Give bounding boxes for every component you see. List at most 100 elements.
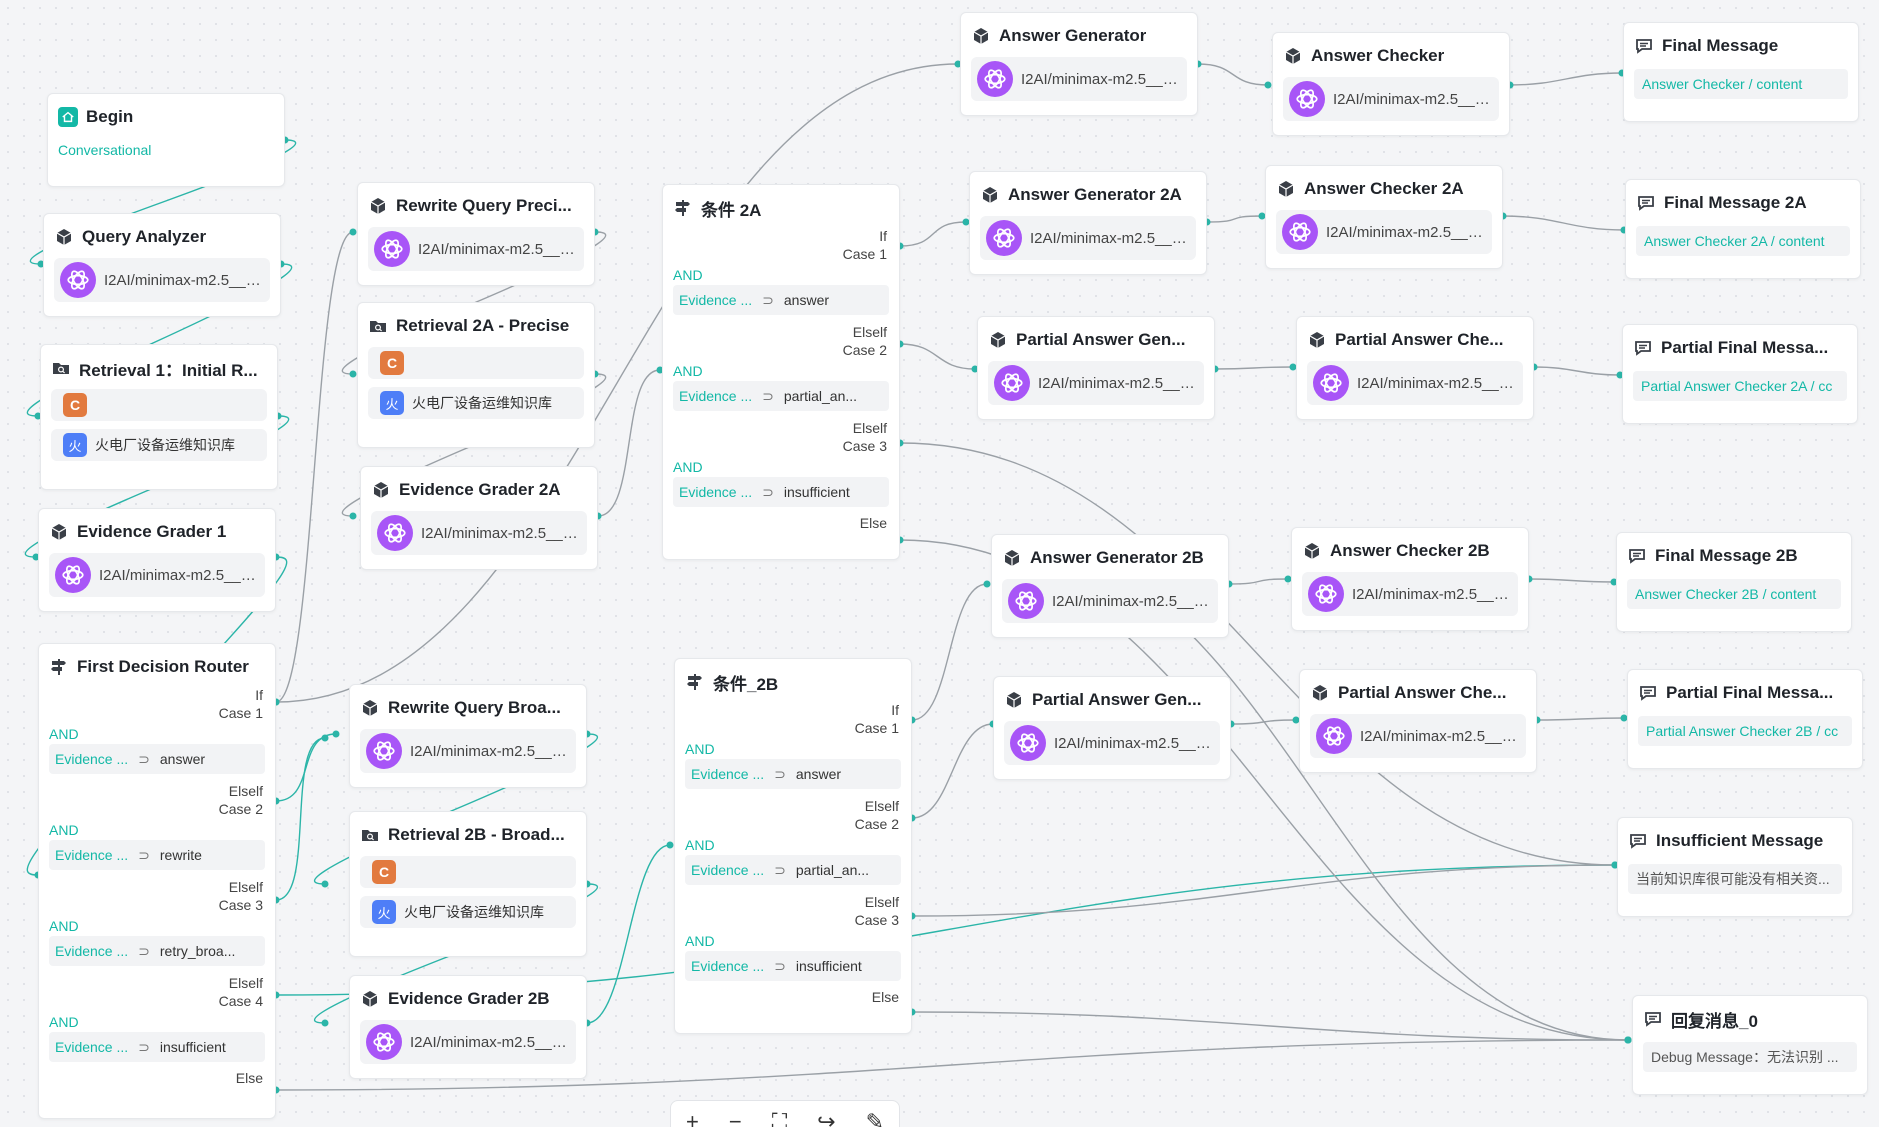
node-title: Answer Checker 2B (1330, 541, 1490, 560)
node-title: Final Message 2A (1664, 193, 1807, 212)
partial-answer-checker-b-node[interactable]: Partial Answer Che... I2AI/minimax-m2.5_… (1299, 669, 1537, 773)
case-if-label: Elself (228, 975, 263, 991)
answer-checker-node[interactable]: Answer Checker I2AI/minimax-m2.5___... (1272, 32, 1510, 136)
answer-generator-node[interactable]: Answer Generator I2AI/minimax-m2.5___... (960, 12, 1198, 116)
edge-handle (349, 512, 357, 520)
zoom-out-icon[interactable]: − (729, 1109, 742, 1127)
reply-message-0-node[interactable]: 回复消息_0 Debug Message：无法识别 ... (1632, 995, 1868, 1095)
begin-node[interactable]: Begin Conversational (47, 93, 285, 187)
message-icon (1634, 36, 1654, 56)
evidence-grader-2a-node[interactable]: Evidence Grader 2A I2AI/minimax-m2.5___.… (360, 466, 598, 570)
ai-model-icon (1313, 365, 1349, 401)
cube-icon (1302, 541, 1322, 561)
node-title: Final Message 2B (1655, 546, 1798, 565)
partial-answer-checker-a-node[interactable]: Partial Answer Che... I2AI/minimax-m2.5_… (1296, 316, 1534, 420)
condition-row[interactable]: Evidence ... ⊃ partial_an... (685, 855, 901, 885)
retrieval-2a-node[interactable]: Retrieval 2A - Precise C 火火电厂设备运维知识库 (357, 302, 595, 448)
contains-operator-icon: ⊃ (762, 387, 774, 404)
condition-row[interactable]: Evidence ... ⊃ retry_broa... (49, 936, 265, 966)
evidence-grader-2b-node[interactable]: Evidence Grader 2B I2AI/minimax-m2.5___.… (349, 975, 587, 1079)
condition-row[interactable]: Evidence ... ⊃ answer (49, 744, 265, 774)
edge (899, 343, 976, 370)
content-ref: Debug Message：无法识别 ... (1643, 1042, 1857, 1072)
condition-2b-node[interactable]: 条件_2B If Case 1 AND Evidence ... ⊃ answer Else… (674, 658, 912, 1034)
content-ref: 当前知识库很可能没有相关资... (1628, 864, 1842, 894)
message-icon (1638, 683, 1658, 703)
edge (899, 442, 1616, 866)
model-row: I2AI/minimax-m2.5___... (971, 57, 1187, 101)
and-operator[interactable]: AND (673, 363, 889, 379)
and-operator[interactable]: AND (685, 837, 901, 853)
contains-operator-icon: ⊃ (762, 483, 774, 500)
final-message-2b-node[interactable]: Final Message 2B Answer Checker 2B / con… (1616, 532, 1852, 632)
partial-answer-gen-b-node[interactable]: Partial Answer Gen... I2AI/minimax-m2.5_… (993, 676, 1231, 780)
case-list: If Case 1 AND Evidence ... ⊃ answer Elself Case… (49, 686, 265, 1062)
condition-2a-node[interactable]: 条件 2A If Case 1 AND Evidence ... ⊃ answer Else… (662, 184, 900, 560)
condition-row[interactable]: Evidence ... ⊃ insufficient (673, 477, 889, 507)
condition-variable: Evidence ... (679, 484, 753, 500)
case-block: Elself Case 2 AND Evidence ... ⊃ partial_an..… (673, 323, 889, 411)
retrieval-1-node[interactable]: Retrieval 1：Initial R... C 火火电厂设备运维知识库 (40, 344, 278, 490)
case-list: If Case 1 AND Evidence ... ⊃ answer Elself Case… (685, 701, 901, 981)
contains-operator-icon: ⊃ (138, 942, 150, 959)
first-decision-router-node[interactable]: First Decision Router If Case 1 AND Evidenc… (38, 643, 276, 1119)
evidence-grader-1-node[interactable]: Evidence Grader 1 I2AI/minimax-m2.5___..… (38, 508, 276, 612)
node-title: Retrieval 2B - Broad... (388, 825, 565, 844)
fire-logo-icon: 火 (372, 900, 396, 924)
ai-model-icon (1010, 725, 1046, 761)
ai-model-icon (1282, 214, 1318, 250)
ai-model-icon (994, 365, 1030, 401)
condition-row[interactable]: Evidence ... ⊃ partial_an... (673, 381, 889, 411)
message-icon (1643, 1009, 1663, 1029)
condition-row[interactable]: Evidence ... ⊃ answer (685, 759, 901, 789)
answer-generator-2b-node[interactable]: Answer Generator 2B I2AI/minimax-m2.5___… (991, 534, 1229, 638)
node-title: Evidence Grader 1 (77, 522, 227, 541)
and-operator[interactable]: AND (685, 933, 901, 949)
edge-handle (349, 370, 357, 378)
case-if-label: If (891, 702, 899, 718)
case-number-label: Case 2 (854, 816, 899, 832)
retrieval-2b-node[interactable]: Retrieval 2B - Broad... C 火火电厂设备运维知识库 (349, 811, 587, 957)
final-message-node[interactable]: Final Message Answer Checker / content (1623, 22, 1859, 122)
and-operator[interactable]: AND (673, 267, 889, 283)
answer-checker-2b-node[interactable]: Answer Checker 2B I2AI/minimax-m2.5___..… (1291, 527, 1529, 631)
ai-model-icon (1316, 718, 1352, 754)
condition-row[interactable]: Evidence ... ⊃ insufficient (49, 1032, 265, 1062)
model-row: I2AI/minimax-m2.5___... (1276, 210, 1492, 254)
and-operator[interactable]: AND (49, 918, 265, 934)
pen-icon[interactable]: ✎ (866, 1109, 884, 1127)
edge-handle (666, 841, 674, 849)
and-operator[interactable]: AND (673, 459, 889, 475)
answer-generator-2a-node[interactable]: Answer Generator 2A I2AI/minimax-m2.5___… (969, 171, 1207, 275)
answer-checker-2a-node[interactable]: Answer Checker 2A I2AI/minimax-m2.5___..… (1265, 165, 1503, 269)
fit-view-icon[interactable]: ⛶ (772, 1109, 787, 1127)
partial-final-message-b-node[interactable]: Partial Final Messa... Partial Answer Ch… (1627, 669, 1863, 769)
cube-icon (54, 227, 74, 247)
and-operator[interactable]: AND (685, 741, 901, 757)
condition-value: insufficient (795, 958, 862, 974)
condition-row[interactable]: Evidence ... ⊃ insufficient (685, 951, 901, 981)
partial-final-message-a-node[interactable]: Partial Final Messa... Partial Answer Ch… (1622, 324, 1858, 424)
and-operator[interactable]: AND (49, 1014, 265, 1030)
final-message-2a-node[interactable]: Final Message 2A Answer Checker 2A / con… (1625, 179, 1861, 279)
case-number-label: Case 4 (218, 993, 263, 1009)
rewrite-query-broad-node[interactable]: Rewrite Query Broa... I2AI/minimax-m2.5_… (349, 684, 587, 788)
and-operator[interactable]: AND (49, 822, 265, 838)
condition-row[interactable]: Evidence ... ⊃ rewrite (49, 840, 265, 870)
model-row: I2AI/minimax-m2.5___... (1002, 579, 1218, 623)
query-analyzer-node[interactable]: Query Analyzer I2AI/minimax-m2.5___... (43, 213, 281, 317)
content-ref: Partial Answer Checker 2A / cc (1633, 371, 1847, 401)
partial-answer-gen-a-node[interactable]: Partial Answer Gen... I2AI/minimax-m2.5_… (977, 316, 1215, 420)
node-title: Answer Generator (999, 26, 1147, 45)
and-operator[interactable]: AND (49, 726, 265, 742)
insufficient-message-node[interactable]: Insufficient Message 当前知识库很可能没有相关资... (1617, 817, 1853, 917)
edge (911, 1011, 1629, 1041)
ai-model-icon (986, 220, 1022, 256)
node-title: First Decision Router (77, 657, 249, 676)
condition-row[interactable]: Evidence ... ⊃ answer (673, 285, 889, 315)
case-number-label: Case 3 (854, 912, 899, 928)
edge (1533, 366, 1621, 376)
zoom-in-icon[interactable]: + (686, 1109, 699, 1127)
redo-icon[interactable]: ↪ (817, 1109, 835, 1127)
rewrite-query-precise-node[interactable]: Rewrite Query Preci... I2AI/minimax-m2.5… (357, 182, 595, 286)
